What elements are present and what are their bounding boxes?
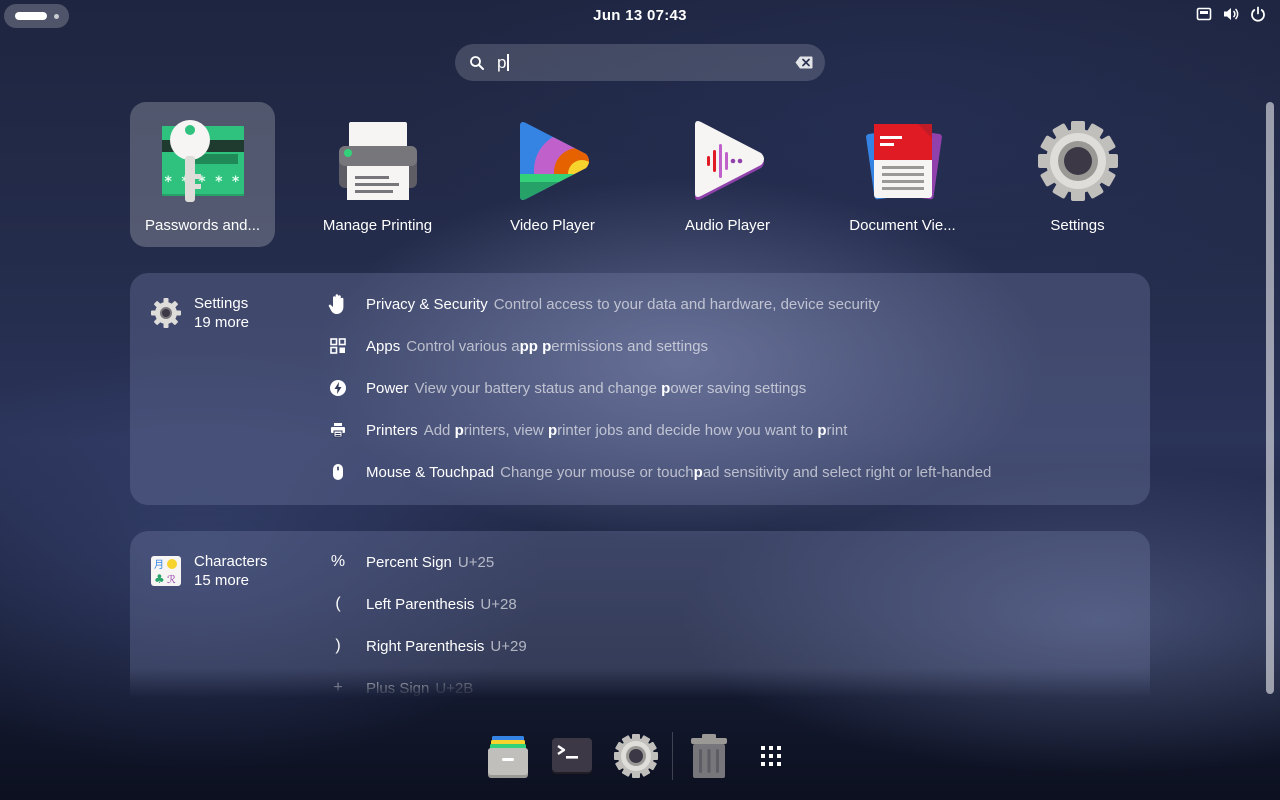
text-caret bbox=[507, 54, 509, 71]
result-description: Change your mouse or touchpad sensitivit… bbox=[500, 463, 992, 481]
trash-icon[interactable] bbox=[685, 732, 733, 780]
result-title: Printers bbox=[366, 421, 418, 439]
result-description: Control access to your data and hardware… bbox=[493, 295, 880, 313]
result-apps[interactable]: Apps Control various app permissions and… bbox=[326, 328, 1136, 364]
svg-text:ℛ: ℛ bbox=[167, 573, 176, 586]
dock-separator bbox=[672, 732, 673, 780]
result-codepoint: U+25 bbox=[457, 553, 495, 571]
result-title: Plus Sign bbox=[366, 679, 430, 697]
network-icon[interactable] bbox=[1196, 6, 1212, 22]
app-label: Audio Player bbox=[684, 217, 771, 234]
search-entry[interactable]: p bbox=[455, 44, 825, 81]
svg-text:♣: ♣ bbox=[154, 572, 165, 586]
apps-grid-icon bbox=[326, 334, 350, 358]
app-video-player[interactable]: Video Player bbox=[480, 102, 625, 247]
app-label: Passwords and... bbox=[144, 217, 261, 234]
app-label: Manage Printing bbox=[322, 217, 433, 234]
passwords-app-icon: * * * * * * bbox=[162, 120, 244, 202]
system-tray[interactable] bbox=[1196, 6, 1266, 22]
audio-player-app-icon bbox=[695, 121, 764, 200]
svg-text:月: 月 bbox=[154, 559, 164, 571]
volume-icon[interactable] bbox=[1222, 6, 1240, 22]
character-glyph: ( bbox=[335, 595, 341, 612]
clear-search-icon[interactable] bbox=[795, 56, 813, 69]
result-description: View your battery status and change powe… bbox=[414, 379, 807, 397]
settings-app-icon bbox=[1038, 121, 1118, 201]
character-glyph: + bbox=[333, 679, 343, 696]
result-privacy-security[interactable]: Privacy & Security Control access to you… bbox=[326, 286, 1136, 322]
clock[interactable]: Jun 13 07:43 bbox=[587, 5, 693, 26]
app-search-results: * * * * * * Passwords and... Manage Prin… bbox=[130, 102, 1150, 247]
printer-app-icon bbox=[339, 122, 417, 200]
result-title: Mouse & Touchpad bbox=[366, 463, 495, 481]
result-title: Apps bbox=[366, 337, 401, 355]
result-printers[interactable]: Printers Add printers, view printer jobs… bbox=[326, 412, 1136, 448]
app-label: Video Player bbox=[510, 217, 595, 234]
result-codepoint: U+2B bbox=[435, 679, 474, 697]
app-label: Settings bbox=[1050, 217, 1105, 234]
result-title: Privacy & Security bbox=[366, 295, 488, 313]
result-power[interactable]: Power View your battery status and chang… bbox=[326, 370, 1136, 406]
result-description: Control various app permissions and sett… bbox=[406, 337, 709, 355]
settings-search-provider: Settings 19 more Privacy & Security Cont… bbox=[130, 273, 1150, 505]
printer-icon bbox=[326, 418, 350, 442]
search-icon bbox=[470, 56, 484, 70]
result-right-parenthesis[interactable]: ) Right Parenthesis U+29 bbox=[326, 628, 1136, 664]
hand-icon bbox=[326, 292, 350, 316]
terminal-icon[interactable] bbox=[548, 732, 596, 780]
result-description: Add printers, view printer jobs and deci… bbox=[423, 421, 848, 439]
settings-gear-icon bbox=[151, 298, 181, 328]
mouse-icon bbox=[326, 460, 350, 484]
result-percent-sign[interactable]: % Percent Sign U+25 bbox=[326, 544, 1136, 580]
result-mouse-touchpad[interactable]: Mouse & Touchpad Change your mouse or to… bbox=[326, 454, 1136, 490]
power-bolt-icon bbox=[326, 376, 350, 400]
top-bar: Jun 13 07:43 bbox=[0, 0, 1280, 32]
svg-text:* * * * * *: * * * * * * bbox=[164, 174, 244, 190]
app-document-viewer[interactable]: Document Vie... bbox=[830, 102, 975, 247]
provider-more-count: 19 more bbox=[194, 314, 250, 331]
character-glyph: % bbox=[330, 553, 346, 570]
app-manage-printing[interactable]: Manage Printing bbox=[305, 102, 450, 247]
show-apps-icon[interactable] bbox=[747, 732, 795, 780]
result-title: Right Parenthesis bbox=[366, 637, 485, 655]
power-icon[interactable] bbox=[1250, 6, 1266, 22]
provider-name: Characters bbox=[194, 553, 268, 570]
dash bbox=[474, 722, 804, 790]
result-title: Power bbox=[366, 379, 409, 397]
video-player-app-icon bbox=[520, 122, 589, 200]
files-icon[interactable] bbox=[484, 732, 532, 780]
character-glyph: ) bbox=[335, 637, 341, 654]
result-left-parenthesis[interactable]: ( Left Parenthesis U+28 bbox=[326, 586, 1136, 622]
settings-icon[interactable] bbox=[612, 732, 660, 780]
result-title: Percent Sign bbox=[366, 553, 452, 571]
document-viewer-app-icon bbox=[866, 124, 942, 200]
characters-app-icon: 月 ♣ ℛ bbox=[151, 556, 181, 586]
search-query[interactable]: p bbox=[497, 53, 506, 72]
result-codepoint: U+28 bbox=[480, 595, 517, 613]
result-codepoint: U+29 bbox=[490, 637, 527, 655]
provider-name: Settings bbox=[194, 295, 249, 312]
app-audio-player[interactable]: Audio Player bbox=[655, 102, 800, 247]
result-title: Left Parenthesis bbox=[366, 595, 475, 613]
app-label: Document Vie... bbox=[849, 217, 956, 234]
provider-more-count: 15 more bbox=[194, 572, 250, 589]
results-scrollbar[interactable] bbox=[1266, 102, 1274, 694]
app-passwords-and-keys[interactable]: * * * * * * Passwords and... bbox=[130, 102, 275, 247]
result-plus-sign[interactable]: + Plus Sign U+2B bbox=[326, 670, 1136, 706]
app-settings[interactable]: Settings bbox=[1005, 102, 1150, 247]
characters-search-provider: 月 ♣ ℛ Characters 15 more % Percent Sign … bbox=[130, 531, 1150, 721]
